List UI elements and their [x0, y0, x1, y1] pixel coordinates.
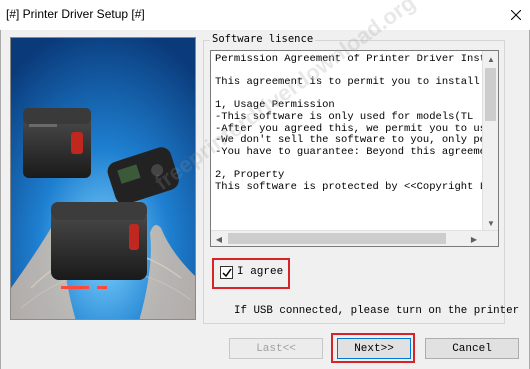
- scroll-up-arrow-icon[interactable]: ▲: [483, 51, 498, 67]
- scroll-left-arrow-icon[interactable]: ◀: [211, 231, 227, 246]
- license-group-legend: Software lisence: [210, 33, 316, 45]
- license-line: -You have to guarantee: Beyond this agre…: [215, 145, 485, 158]
- license-line: This agreement is to permit you to insta…: [215, 76, 485, 89]
- title-bar: [#] Printer Driver Setup [#]: [0, 0, 530, 30]
- usb-note-text: If USB connected, please turn on the pri…: [234, 305, 520, 317]
- scroll-down-arrow-icon[interactable]: ▼: [483, 215, 498, 231]
- window-title: [#] Printer Driver Setup [#]: [6, 7, 145, 21]
- scroll-right-arrow-icon[interactable]: ▶: [466, 231, 482, 246]
- license-line: This software is protected by <<Copyrigh…: [215, 180, 485, 193]
- printer-banner-illustration: [11, 38, 195, 319]
- license-line: -This software is only used for models(T…: [215, 110, 474, 123]
- license-line: Permission Agreement of Printer Driver I…: [215, 54, 485, 65]
- close-icon: [511, 10, 521, 20]
- vertical-scrollbar[interactable]: ▲ ▼: [482, 51, 498, 231]
- license-text: Permission Agreement of Printer Driver I…: [215, 54, 485, 193]
- horizontal-scrollbar[interactable]: ◀ ▶: [211, 230, 498, 246]
- next-button[interactable]: Next>>: [337, 338, 411, 359]
- checkmark-icon: [222, 268, 232, 278]
- cancel-button[interactable]: Cancel: [425, 338, 519, 359]
- scroll-corner: [482, 231, 498, 246]
- last-button[interactable]: Last<<: [229, 338, 323, 359]
- agree-label[interactable]: I agree: [237, 266, 283, 278]
- close-button[interactable]: [502, 0, 530, 30]
- printer-banner-image: [10, 37, 196, 320]
- vertical-scroll-thumb[interactable]: [485, 68, 496, 121]
- license-textbox[interactable]: Permission Agreement of Printer Driver I…: [210, 50, 499, 247]
- horizontal-scroll-thumb[interactable]: [228, 233, 446, 244]
- license-line: -We don't sell the software to you, only…: [215, 134, 485, 147]
- agree-checkbox[interactable]: [220, 266, 233, 279]
- license-line: 2, Property: [215, 168, 285, 181]
